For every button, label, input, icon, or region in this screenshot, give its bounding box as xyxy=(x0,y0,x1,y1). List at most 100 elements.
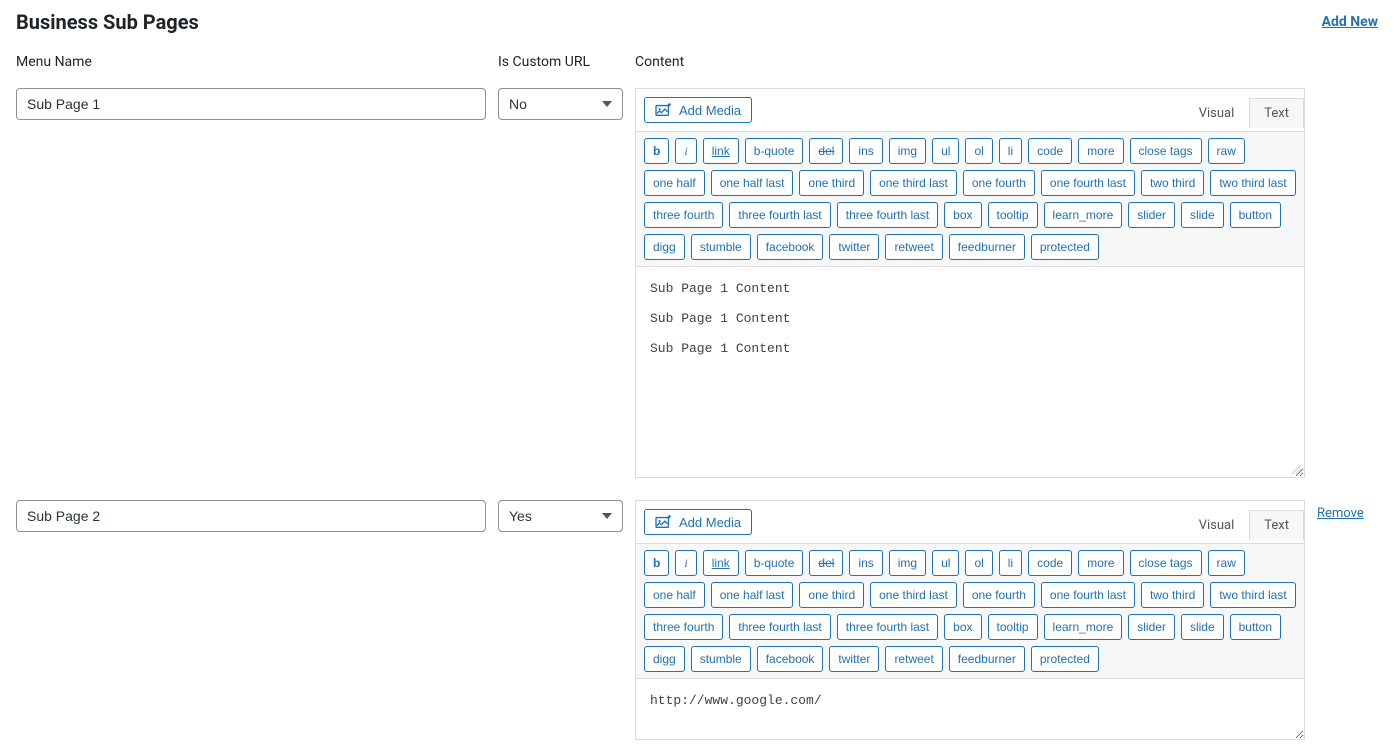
column-header-content: Content xyxy=(635,54,1305,70)
quicktag-three-fourth[interactable]: three fourth xyxy=(644,614,723,640)
quicktag-feedburner[interactable]: feedburner xyxy=(949,646,1025,672)
quicktag-link[interactable]: link xyxy=(703,550,739,576)
quicktag-one-third-last[interactable]: one third last xyxy=(870,170,957,196)
quicktag-one-half[interactable]: one half xyxy=(644,170,705,196)
quicktag-three-fourth[interactable]: three fourth xyxy=(644,202,723,228)
menu-name-input[interactable] xyxy=(16,500,486,532)
quicktag-more[interactable]: more xyxy=(1078,138,1123,164)
quicktag-one-fourth-last[interactable]: one fourth last xyxy=(1041,170,1135,196)
quicktag-link[interactable]: link xyxy=(703,138,739,164)
quicktag-i[interactable]: i xyxy=(675,550,696,576)
editor-tab-visual[interactable]: Visual xyxy=(1184,510,1250,540)
quicktag-two-third[interactable]: two third xyxy=(1141,170,1204,196)
quicktag-del[interactable]: del xyxy=(809,138,843,164)
is-custom-url-select[interactable]: Yes No xyxy=(498,500,623,532)
quicktag-one-fourth[interactable]: one fourth xyxy=(963,582,1035,608)
quicktag-two-third-last[interactable]: two third last xyxy=(1210,170,1295,196)
quicktag-three-fourth-last2[interactable]: three fourth last xyxy=(837,614,938,640)
quicktag-box[interactable]: box xyxy=(944,202,981,228)
quicktag-three-fourth-last[interactable]: three fourth last xyxy=(729,614,830,640)
quicktag-button[interactable]: button xyxy=(1230,202,1281,228)
quicktag-one-fourth-last[interactable]: one fourth last xyxy=(1041,582,1135,608)
quicktag-ol[interactable]: ol xyxy=(965,138,992,164)
quicktag-code[interactable]: code xyxy=(1028,550,1072,576)
quicktag-one-half[interactable]: one half xyxy=(644,582,705,608)
quicktag-twitter[interactable]: twitter xyxy=(829,234,879,260)
quicktag-facebook[interactable]: facebook xyxy=(757,646,824,672)
add-media-button[interactable]: Add Media xyxy=(644,97,752,123)
quicktag-b[interactable]: b xyxy=(644,550,669,576)
quicktag-raw[interactable]: raw xyxy=(1208,550,1245,576)
quicktag-i[interactable]: i xyxy=(675,138,696,164)
quicktag-digg[interactable]: digg xyxy=(644,646,685,672)
quicktag-button[interactable]: button xyxy=(1230,614,1281,640)
quicktag-img[interactable]: img xyxy=(889,550,926,576)
quicktag-img[interactable]: img xyxy=(889,138,926,164)
quicktag-facebook[interactable]: facebook xyxy=(757,234,824,260)
quicktag-three-fourth-last[interactable]: three fourth last xyxy=(729,202,830,228)
quicktag-code[interactable]: code xyxy=(1028,138,1072,164)
resize-handle-icon[interactable] xyxy=(1289,462,1301,474)
quicktag-slide[interactable]: slide xyxy=(1181,614,1224,640)
media-icon xyxy=(655,102,673,118)
quicktag-retweet[interactable]: retweet xyxy=(885,646,942,672)
content-editor: Add Media Visual Text bilinkb-quotedelin… xyxy=(635,88,1305,478)
quicktag-tooltip[interactable]: tooltip xyxy=(988,614,1038,640)
quicktag-learn-more[interactable]: learn_more xyxy=(1044,614,1123,640)
quicktag-b-quote[interactable]: b-quote xyxy=(745,138,804,164)
quicktag-more[interactable]: more xyxy=(1078,550,1123,576)
quicktag-retweet[interactable]: retweet xyxy=(885,234,942,260)
quicktag-digg[interactable]: digg xyxy=(644,234,685,260)
add-media-button[interactable]: Add Media xyxy=(644,509,752,535)
page-title: Business Sub Pages xyxy=(16,10,199,34)
quicktag-one-fourth[interactable]: one fourth xyxy=(963,170,1035,196)
quicktag-stumble[interactable]: stumble xyxy=(691,234,751,260)
column-header-menu-name: Menu Name xyxy=(16,54,486,70)
quicktag-li[interactable]: li xyxy=(999,550,1022,576)
editor-tab-text[interactable]: Text xyxy=(1249,98,1304,128)
quicktag-b[interactable]: b xyxy=(644,138,669,164)
quicktag-close-tags[interactable]: close tags xyxy=(1130,550,1202,576)
quicktag-protected[interactable]: protected xyxy=(1031,234,1099,260)
quicktag-slider[interactable]: slider xyxy=(1128,614,1175,640)
quicktag-twitter[interactable]: twitter xyxy=(829,646,879,672)
quicktag-three-fourth-last2[interactable]: three fourth last xyxy=(837,202,938,228)
column-header-is-custom-url: Is Custom URL xyxy=(498,54,623,70)
quicktag-tooltip[interactable]: tooltip xyxy=(988,202,1038,228)
add-media-label: Add Media xyxy=(679,103,741,118)
is-custom-url-select[interactable]: No Yes xyxy=(498,88,623,120)
quicktag-b-quote[interactable]: b-quote xyxy=(745,550,804,576)
add-new-link[interactable]: Add New xyxy=(1322,14,1378,30)
quicktag-ul[interactable]: ul xyxy=(932,550,959,576)
quicktag-raw[interactable]: raw xyxy=(1208,138,1245,164)
quicktag-one-half-last[interactable]: one half last xyxy=(711,582,794,608)
quicktag-one-third[interactable]: one third xyxy=(799,170,864,196)
quicktag-ul[interactable]: ul xyxy=(932,138,959,164)
quicktag-stumble[interactable]: stumble xyxy=(691,646,751,672)
quicktag-one-half-last[interactable]: one half last xyxy=(711,170,794,196)
quicktag-feedburner[interactable]: feedburner xyxy=(949,234,1025,260)
quicktag-ol[interactable]: ol xyxy=(965,550,992,576)
content-textarea[interactable] xyxy=(636,267,1304,477)
media-icon xyxy=(655,514,673,530)
quicktag-slide[interactable]: slide xyxy=(1181,202,1224,228)
add-media-label: Add Media xyxy=(679,515,741,530)
editor-tab-text[interactable]: Text xyxy=(1249,510,1304,540)
content-textarea[interactable] xyxy=(636,679,1304,739)
remove-link[interactable]: Remove xyxy=(1317,500,1364,521)
quicktag-ins[interactable]: ins xyxy=(849,550,882,576)
quicktag-del[interactable]: del xyxy=(809,550,843,576)
quicktag-one-third-last[interactable]: one third last xyxy=(870,582,957,608)
quicktag-learn-more[interactable]: learn_more xyxy=(1044,202,1123,228)
quicktag-close-tags[interactable]: close tags xyxy=(1130,138,1202,164)
menu-name-input[interactable] xyxy=(16,88,486,120)
quicktag-slider[interactable]: slider xyxy=(1128,202,1175,228)
quicktag-li[interactable]: li xyxy=(999,138,1022,164)
editor-tab-visual[interactable]: Visual xyxy=(1184,98,1250,128)
quicktag-two-third[interactable]: two third xyxy=(1141,582,1204,608)
quicktag-two-third-last[interactable]: two third last xyxy=(1210,582,1295,608)
quicktag-ins[interactable]: ins xyxy=(849,138,882,164)
quicktag-protected[interactable]: protected xyxy=(1031,646,1099,672)
quicktag-box[interactable]: box xyxy=(944,614,981,640)
quicktag-one-third[interactable]: one third xyxy=(799,582,864,608)
